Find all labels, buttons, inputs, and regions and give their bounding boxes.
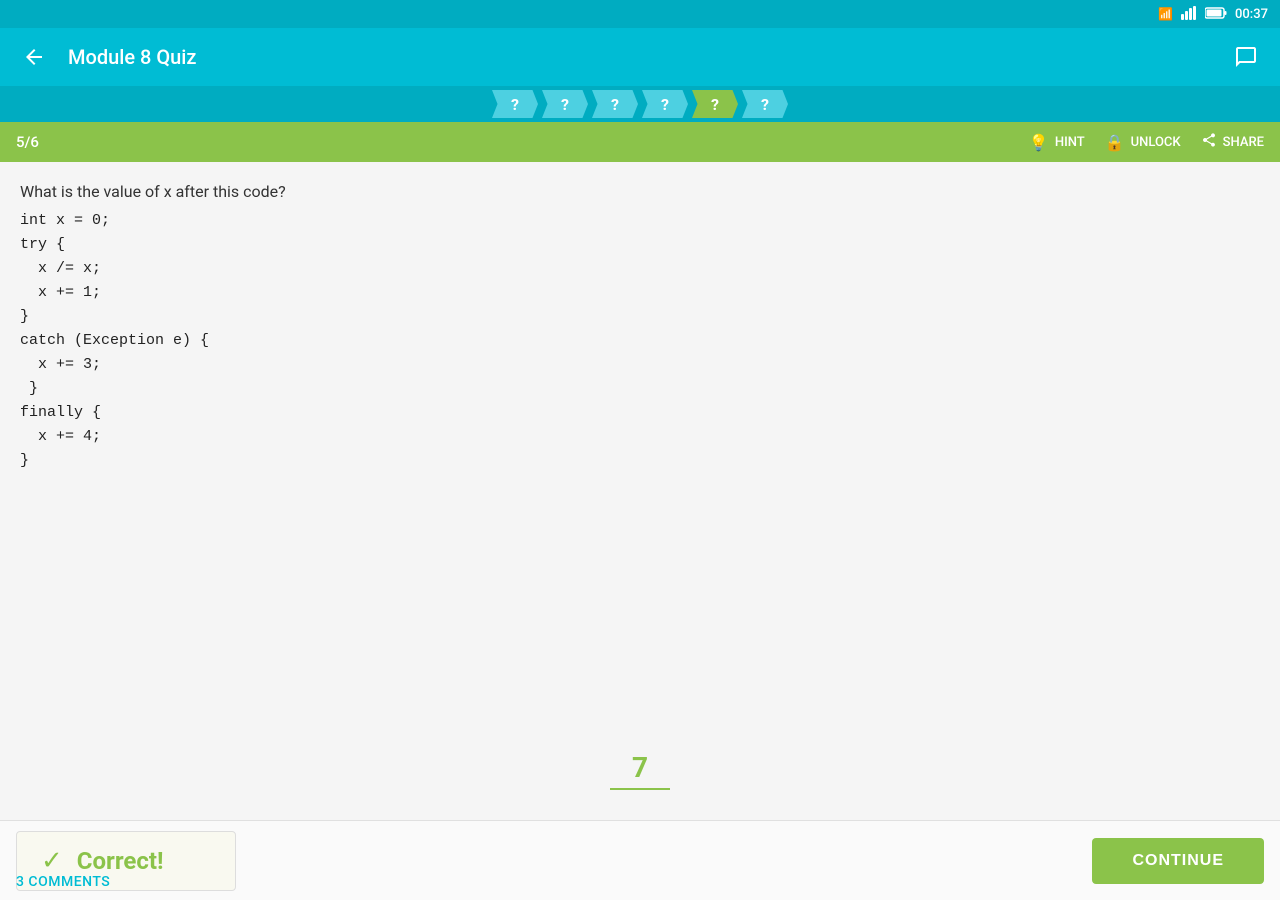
battery-icon: [1205, 7, 1227, 22]
quiz-counter: 5/6: [16, 133, 1009, 151]
hint-button[interactable]: 💡 HINT: [1029, 133, 1085, 152]
status-bar: 📶 00:37: [0, 0, 1280, 28]
progress-step-4[interactable]: ?: [642, 90, 688, 118]
hint-label: HINT: [1055, 135, 1085, 150]
signal-icon: [1181, 6, 1197, 23]
chat-button[interactable]: [1228, 39, 1264, 75]
app-bar: Module 8 Quiz: [0, 28, 1280, 86]
answer-value: 7: [610, 751, 670, 790]
lock-icon: 🔒: [1105, 133, 1125, 152]
progress-step-5[interactable]: ?: [692, 90, 738, 118]
hint-icon: 💡: [1029, 133, 1049, 152]
counter-bar: 5/6 💡 HINT 🔒 UNLOCK SHARE: [0, 122, 1280, 162]
progress-step-3[interactable]: ?: [592, 90, 638, 118]
check-icon: ✓: [41, 846, 63, 876]
question-text: What is the value of x after this code?: [20, 182, 1260, 201]
wifi-icon: 📶: [1158, 7, 1173, 21]
progress-step-2[interactable]: ?: [542, 90, 588, 118]
unlock-label: UNLOCK: [1131, 135, 1181, 150]
progress-step-1[interactable]: ?: [492, 90, 538, 118]
continue-button[interactable]: CONTINUE: [1092, 838, 1264, 884]
correct-text: Correct!: [77, 847, 164, 875]
comments-button[interactable]: 3 COMMENTS: [16, 874, 110, 890]
bottom-bar: ✓ Correct! 3 COMMENTS CONTINUE: [0, 820, 1280, 900]
answer-area: 7: [0, 720, 1280, 820]
main-content: What is the value of x after this code? …: [0, 162, 1280, 720]
share-icon: [1201, 132, 1217, 152]
code-block: int x = 0; try { x /= x; x += 1; } catch…: [20, 209, 1260, 473]
unlock-button[interactable]: 🔒 UNLOCK: [1105, 133, 1181, 152]
status-time: 00:37: [1235, 7, 1268, 22]
progress-bar: ??????: [0, 86, 1280, 122]
share-label: SHARE: [1223, 135, 1264, 150]
app-title: Module 8 Quiz: [68, 45, 1212, 69]
progress-step-6[interactable]: ?: [742, 90, 788, 118]
back-button[interactable]: [16, 39, 52, 75]
share-button[interactable]: SHARE: [1201, 132, 1264, 152]
